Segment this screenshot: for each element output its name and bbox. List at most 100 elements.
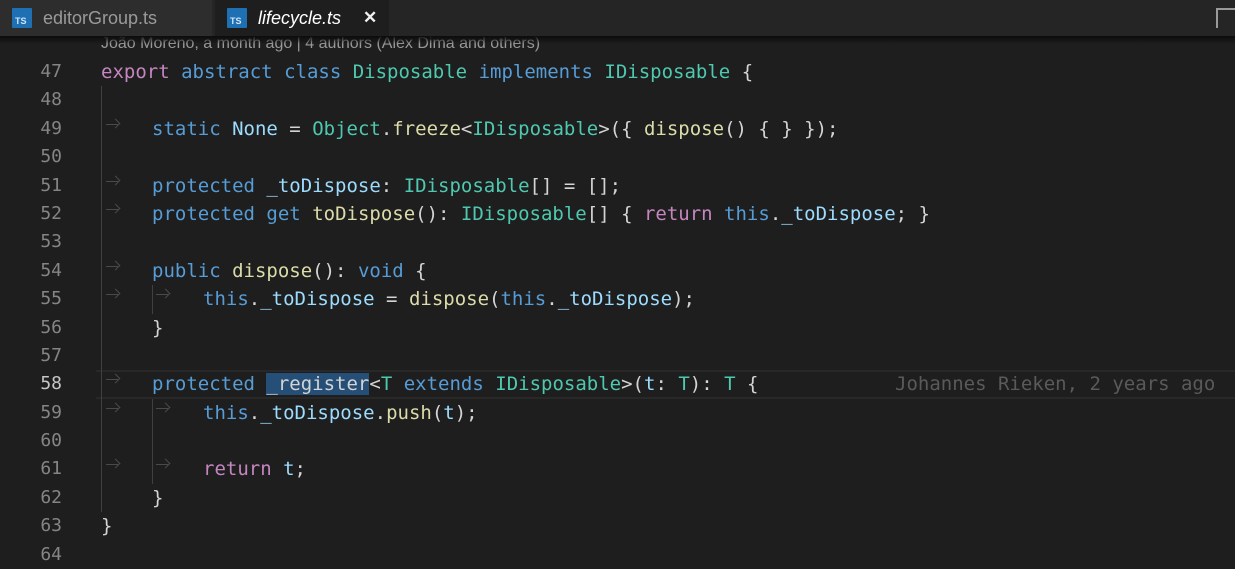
code-token: this	[203, 288, 249, 311]
code-token: _toDispose	[557, 288, 673, 311]
split-editor-icon[interactable]	[1216, 8, 1235, 28]
code-token: export	[101, 61, 170, 83]
editor-tab-bar: TS editorGroup.ts TS lifecycle.ts ✕	[0, 0, 1235, 36]
tab-whitespace-icon	[106, 208, 118, 219]
line-number: 56	[40, 316, 62, 338]
code-line[interactable]: 50	[0, 143, 1235, 172]
code-token: _toDispose	[781, 202, 896, 225]
code-line[interactable]: 47 export abstract class Disposable imple…	[0, 58, 1235, 86]
code-token: get	[266, 202, 301, 225]
code-token: =	[277, 117, 313, 140]
code-token: dispose	[232, 259, 313, 282]
code-token: this	[203, 401, 249, 424]
code-token: [] = [];	[529, 174, 622, 197]
code-line[interactable]: 63}	[0, 512, 1235, 540]
indent-guide	[101, 341, 102, 371]
code-line[interactable]: 55 this._toDispose = dispose(this._toDisp…	[0, 285, 1235, 314]
code-line[interactable]: 52 protected get toDispose(): IDisposable…	[0, 199, 1235, 229]
indent-guide	[152, 455, 153, 484]
code-token: ():	[415, 202, 461, 225]
tab-whitespace-icon	[106, 379, 118, 389]
code-token: freeze	[392, 117, 461, 140]
line-number: 55	[40, 288, 62, 310]
line-number: 52	[40, 202, 62, 224]
code-token: }	[152, 316, 164, 339]
code-token: _toDispose	[260, 288, 375, 311]
code-editor[interactable]: 47 export abstract class Disposable imple…	[0, 58, 1235, 569]
code-token: _toDispose	[260, 401, 375, 424]
code-token: protected	[152, 174, 255, 197]
code-token: ):	[689, 373, 725, 396]
code-line[interactable]: 61 return t;	[0, 455, 1235, 484]
code-line[interactable]: 53	[0, 228, 1235, 257]
line-code: public dispose(): void {	[152, 257, 427, 285]
tab-whitespace-icon	[156, 294, 168, 304]
tab-whitespace-icon	[106, 464, 118, 474]
code-line[interactable]: 51 protected _toDispose: IDisposable[] = …	[0, 171, 1235, 200]
indent-guide	[101, 114, 102, 144]
line-number: 64	[40, 543, 62, 565]
line-number: 57	[40, 344, 62, 366]
code-token: }	[152, 486, 164, 509]
code-line[interactable]: 60	[0, 427, 1235, 456]
code-line[interactable]: 59 this._toDispose.push(t);	[0, 398, 1235, 428]
indent-guide	[101, 228, 102, 257]
code-token: :	[380, 174, 404, 197]
code-line[interactable]: 56}	[0, 313, 1235, 342]
code-token: protected	[152, 373, 255, 396]
code-token: (	[431, 401, 444, 424]
code-token: None	[232, 117, 278, 140]
tab-editorgroup-ts[interactable]: TS editorGroup.ts	[0, 0, 212, 36]
code-line[interactable]: 49 static None = Object.freeze<IDisposabl…	[0, 114, 1235, 144]
code-token: .	[546, 288, 558, 311]
code-token: () { } });	[724, 117, 839, 140]
tab-lifecycle-ts[interactable]: TS lifecycle.ts ✕	[215, 0, 389, 36]
line-code: }	[101, 512, 112, 540]
code-token: IDisposable	[460, 202, 587, 225]
line-number: 60	[40, 430, 62, 452]
code-token: _register	[266, 373, 370, 396]
code-token: }	[101, 515, 113, 538]
code-token: .	[248, 288, 261, 311]
inline-blame-annotation: Johannes Rieken, 2 years ago	[895, 373, 1216, 396]
code-token: ; }	[895, 202, 930, 225]
indent-guide	[101, 171, 102, 200]
code-token: IDisposable	[403, 174, 530, 197]
code-token: this	[500, 288, 547, 311]
code-token: .	[769, 202, 782, 225]
typescript-file-icon: TS	[227, 8, 247, 28]
close-icon[interactable]: ✕	[363, 8, 377, 28]
code-line[interactable]: 48	[0, 86, 1235, 115]
tab-whitespace-icon	[106, 180, 118, 191]
line-number: 62	[40, 486, 62, 508]
code-line[interactable]: 64	[0, 541, 1235, 569]
tab-label: editorGroup.ts	[43, 7, 158, 28]
code-token: >({	[598, 117, 644, 140]
code-token: T	[724, 373, 736, 396]
code-line[interactable]: 57	[0, 341, 1235, 371]
typescript-file-icon: TS	[12, 8, 32, 28]
code-token: {	[735, 373, 759, 396]
line-code: this._toDispose.push(t);	[203, 399, 478, 427]
indent-guide	[101, 86, 102, 115]
code-line[interactable]: 62}	[0, 483, 1235, 513]
line-code: protected _toDispose: IDisposable[] = []…	[152, 172, 621, 200]
code-token: .	[374, 401, 387, 424]
code-token: =	[374, 288, 409, 311]
indent-guide	[101, 256, 102, 286]
code-token: t	[443, 401, 455, 424]
code-token: extends	[403, 373, 484, 396]
code-token: T	[380, 373, 393, 396]
code-token: void	[357, 259, 404, 282]
code-line[interactable]: 54 public dispose(): void {	[0, 256, 1235, 286]
code-token: >(	[621, 373, 644, 396]
line-number: 48	[40, 89, 62, 111]
code-token: Object	[312, 117, 381, 140]
code-line[interactable]: 58 protected _register<T extends IDisposa…	[0, 370, 1235, 400]
